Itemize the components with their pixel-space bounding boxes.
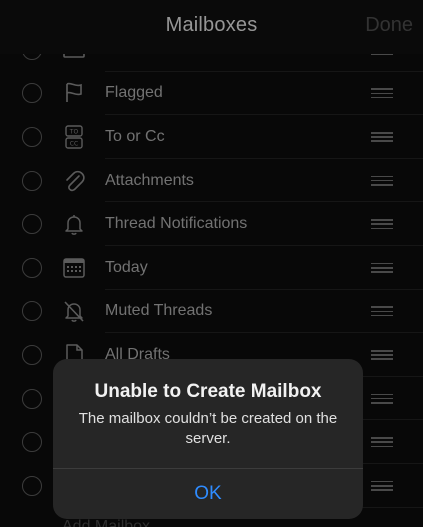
ok-button[interactable]: OK — [53, 469, 363, 519]
mailboxes-edit-screen: Unread Flagged TOCC To or Cc — [0, 0, 423, 527]
alert-message: The mailbox couldn’t be created on the s… — [78, 410, 338, 447]
error-alert-dialog: Unable to Create Mailbox The mailbox cou… — [53, 359, 363, 519]
alert-title: Unable to Create Mailbox — [94, 381, 322, 402]
